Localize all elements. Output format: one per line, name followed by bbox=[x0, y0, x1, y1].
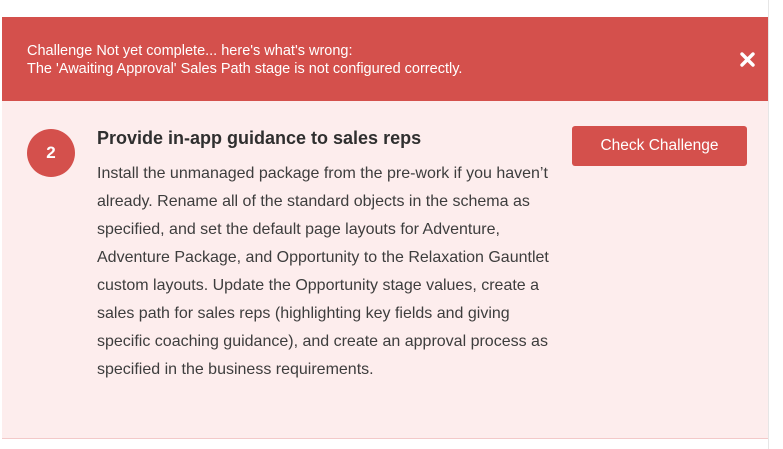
step-number-badge: 2 bbox=[27, 129, 75, 177]
close-icon bbox=[739, 51, 755, 67]
step-title: Provide in-app guidance to sales reps bbox=[97, 128, 422, 148]
challenge-step-card: 2 Provide in-app guidance to sales reps … bbox=[2, 101, 770, 439]
error-message-heading: Challenge Not yet complete... here's wha… bbox=[27, 43, 353, 59]
dismiss-error-button[interactable] bbox=[736, 48, 758, 70]
step-description: Install the unmanaged package from the p… bbox=[97, 165, 549, 378]
challenge-error-banner: Challenge Not yet complete... here's wha… bbox=[2, 17, 770, 101]
right-edge-divider bbox=[768, 0, 783, 449]
check-challenge-button[interactable]: Check Challenge bbox=[572, 126, 747, 166]
error-message-detail: The 'Awaiting Approval' Sales Path stage… bbox=[27, 61, 463, 77]
challenge-page: Challenge Not yet complete... here's wha… bbox=[0, 0, 783, 449]
